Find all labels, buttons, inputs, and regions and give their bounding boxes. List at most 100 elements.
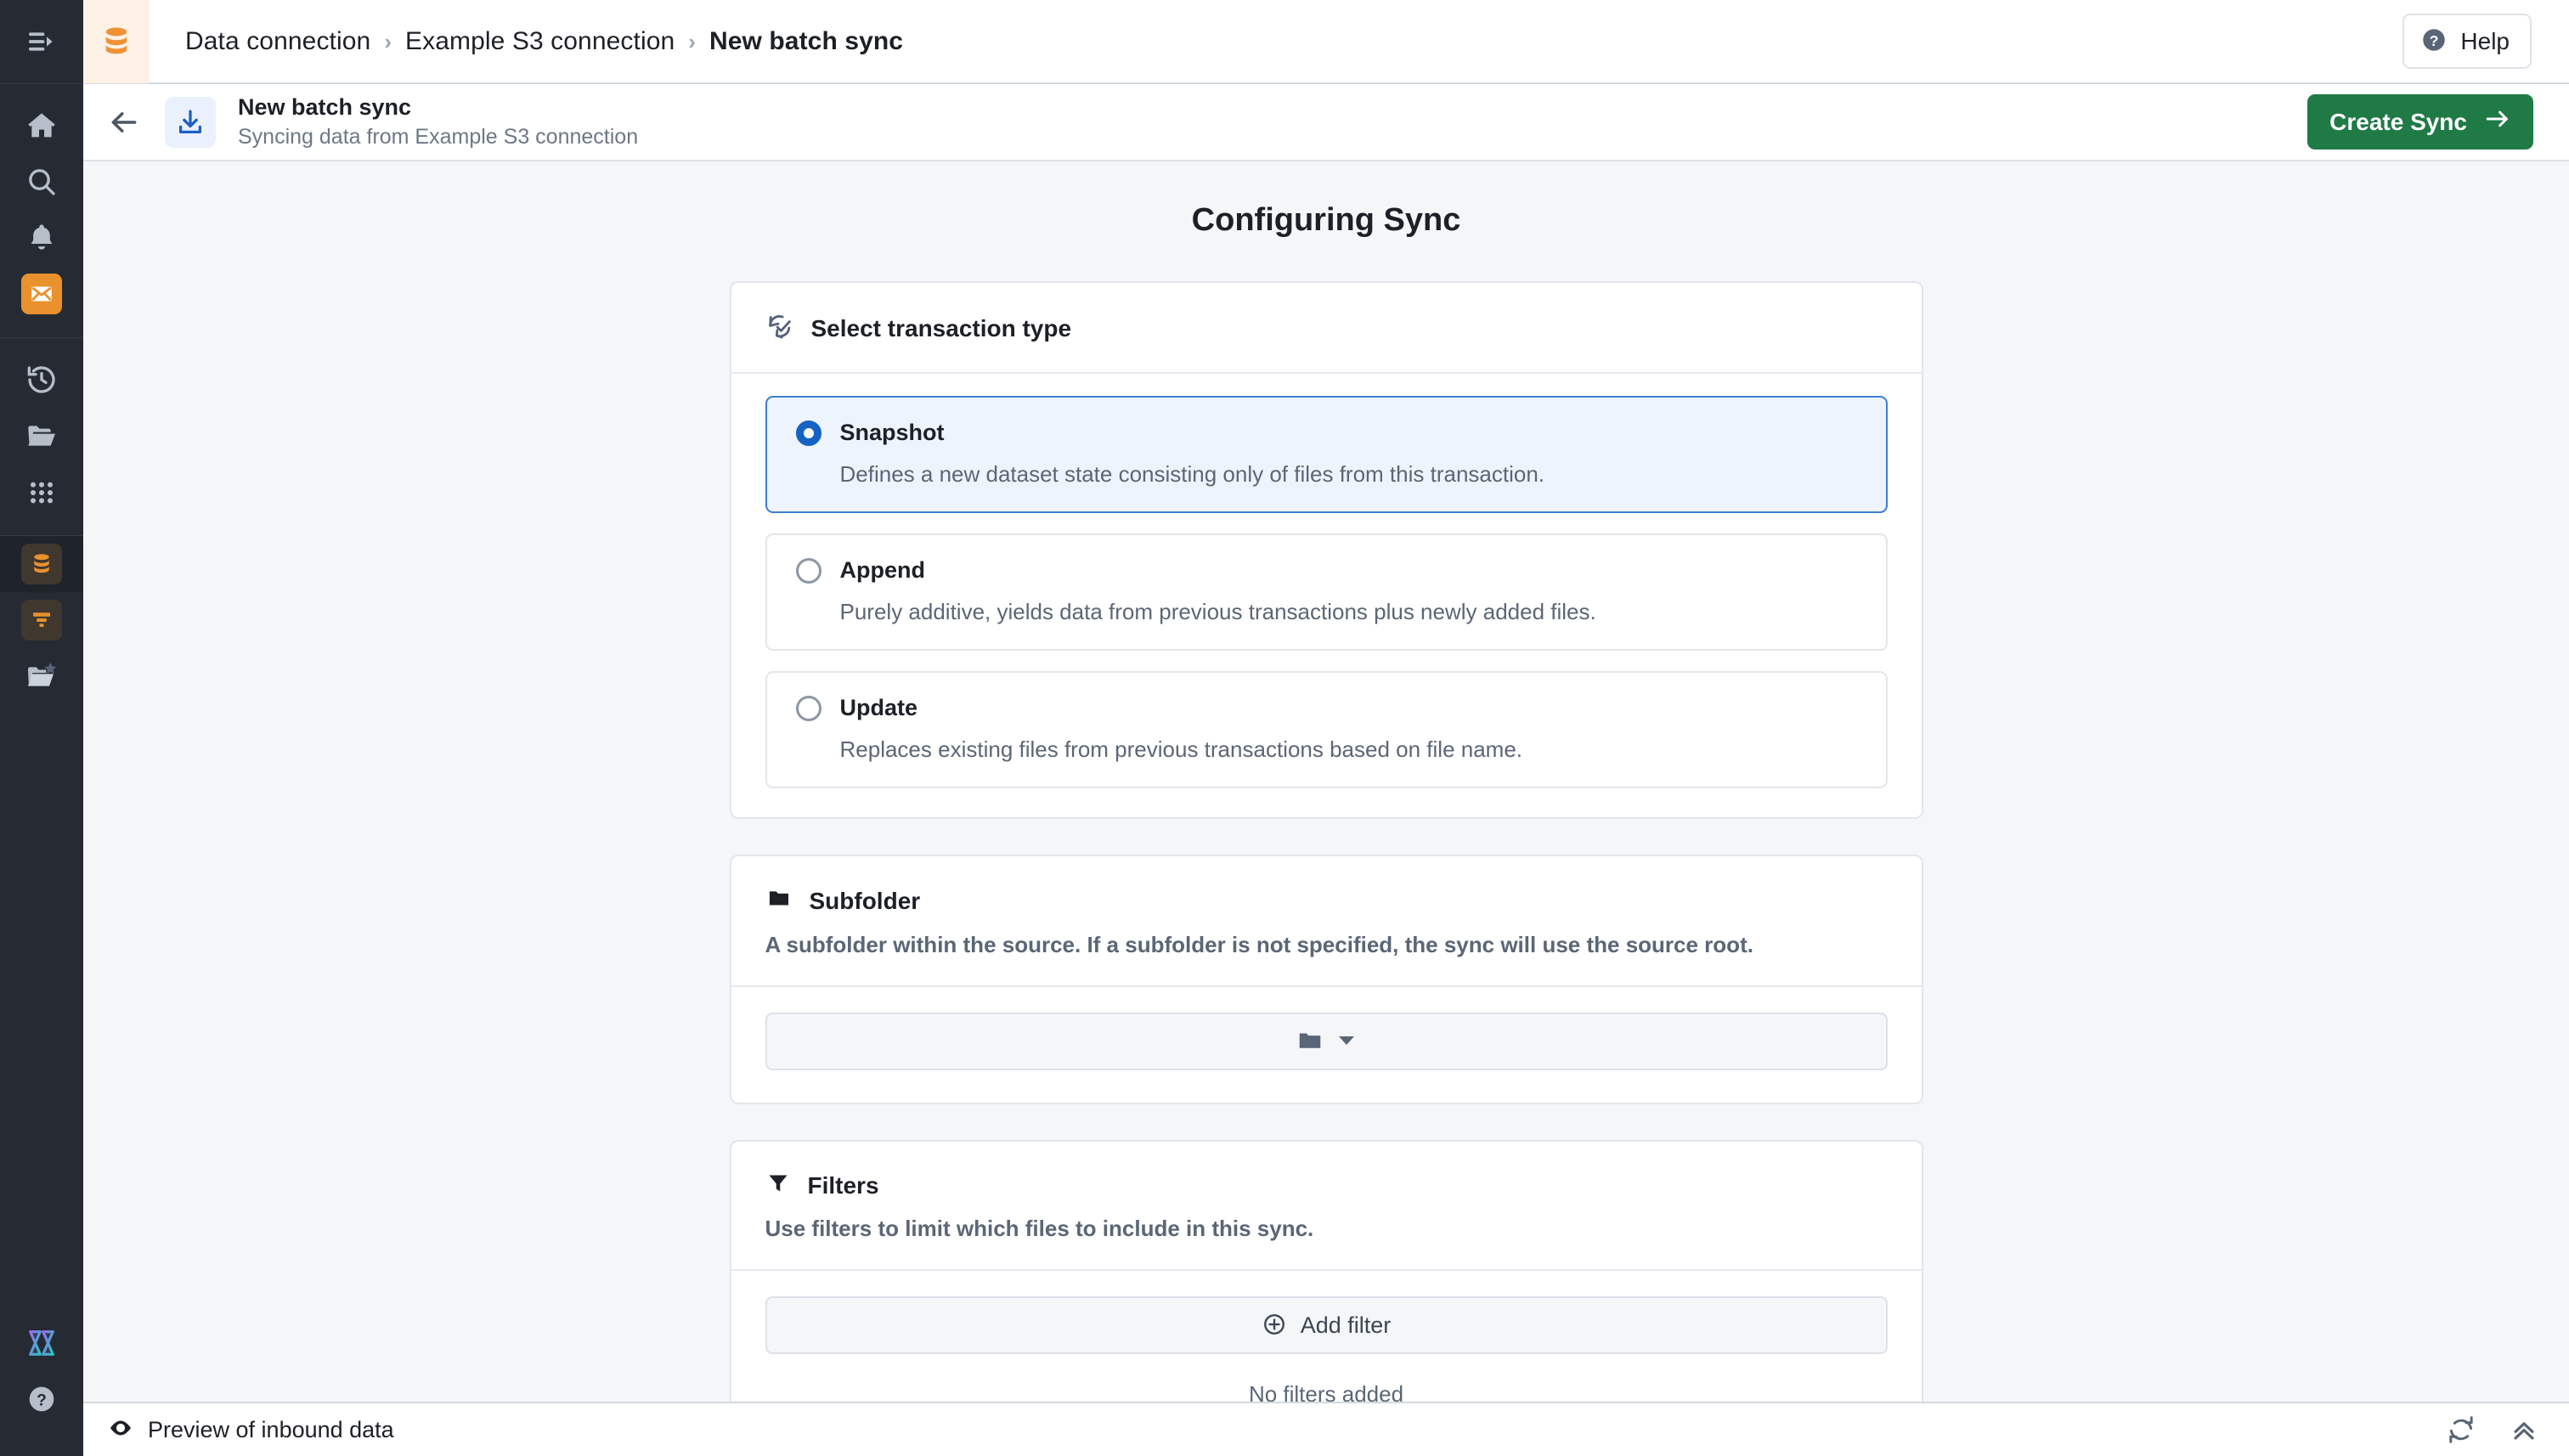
eye-icon: [107, 1414, 134, 1446]
funnel-icon: [21, 600, 62, 641]
folder-icon: [765, 885, 793, 917]
sidebar-item-apps[interactable]: [0, 464, 83, 520]
breadcrumb: Data connection › Example S3 connection …: [150, 27, 903, 56]
funnel-icon: [765, 1171, 791, 1200]
bottom-bar-actions: [2447, 1415, 2538, 1444]
chevron-double-up-icon: [2514, 1422, 2534, 1440]
sync-subtitle: Syncing data from Example S3 connection: [238, 124, 639, 149]
add-filter-label: Add filter: [1300, 1312, 1392, 1338]
database-icon: [21, 544, 62, 584]
sidebar-item-notifications[interactable]: [0, 210, 83, 266]
add-filter-button[interactable]: Add filter: [765, 1296, 1888, 1354]
transaction-option-snapshot-description: Defines a new dataset state consisting o…: [839, 461, 1545, 487]
plus-circle-icon: [1262, 1312, 1287, 1340]
breadcrumb-item-example-s3-connection[interactable]: Example S3 connection: [405, 27, 675, 56]
rail-group-secondary: [0, 338, 83, 520]
radio-snapshot[interactable]: [795, 420, 822, 446]
preview-inbound-data-label: Preview of inbound data: [148, 1416, 394, 1442]
grid-dots-icon: [21, 471, 62, 512]
filters-header: Filters Use filters to limit which files…: [731, 1142, 1922, 1271]
filters-description: Use filters to limit which files to incl…: [765, 1216, 1314, 1241]
sync-check-icon: [765, 312, 794, 345]
database-icon: [105, 27, 127, 54]
breadcrumb-separator: ›: [384, 28, 392, 54]
sync-type-tile: [165, 96, 216, 148]
refresh-icon: [2449, 1416, 2473, 1443]
bottom-bar: Preview of inbound data: [83, 1402, 2569, 1456]
content-area: Configuring Sync Select transaction type…: [83, 161, 2569, 1402]
brand-tile: [83, 0, 150, 83]
folder-open-icon: [21, 415, 62, 456]
transaction-option-snapshot-label: Snapshot: [839, 420, 945, 445]
history-clock-icon: [21, 359, 62, 400]
transaction-option-append[interactable]: Append Purely additive, yields data from…: [765, 533, 1888, 651]
config-cards: Select transaction type Snapshot Defines…: [729, 281, 1923, 1402]
home-icon: [21, 105, 62, 146]
chevron-down-icon: [1337, 1034, 1356, 1050]
subfolder-body: [731, 987, 1922, 1103]
top-bar-actions: ? Help: [2402, 14, 2569, 69]
transaction-type-options: Snapshot Defines a new dataset state con…: [731, 374, 1922, 817]
transaction-option-update[interactable]: Update Replaces existing files from prev…: [765, 671, 1888, 788]
arrow-right-icon: [2484, 108, 2511, 136]
sidebar-item-home[interactable]: [0, 98, 83, 154]
folder-star-icon: [21, 656, 62, 697]
page-title: Configuring Sync: [1191, 202, 1461, 238]
filters-title: Filters: [807, 1171, 879, 1199]
search-icon: [21, 161, 62, 202]
subfolder-header: Subfolder A subfolder within the source.…: [731, 856, 1922, 987]
filters-body: Add filter No filters added: [731, 1271, 1922, 1402]
transaction-type-header: Select transaction type: [731, 283, 1922, 374]
create-sync-button[interactable]: Create Sync: [2307, 94, 2533, 150]
download-icon: [178, 109, 202, 133]
sync-title: New batch sync: [238, 94, 412, 121]
sidebar-item-saved-folders[interactable]: [0, 648, 83, 704]
arrow-left-icon: [111, 111, 137, 133]
breadcrumb-item-new-batch-sync: New batch sync: [709, 26, 904, 55]
help-button[interactable]: ? Help: [2402, 14, 2532, 69]
breadcrumb-separator: ›: [688, 28, 696, 54]
filters-empty-note: No filters added: [1248, 1381, 1404, 1402]
filters-card: Filters Use filters to limit which files…: [729, 1140, 1923, 1402]
breadcrumb-item-data-connection[interactable]: Data connection: [185, 27, 370, 56]
transaction-option-append-label: Append: [839, 557, 926, 583]
subfolder-picker[interactable]: [765, 1013, 1888, 1070]
radio-append[interactable]: [795, 557, 822, 584]
folder-icon: [1296, 1027, 1324, 1057]
svg-text:?: ?: [37, 1392, 47, 1410]
app-root: ? Data connection › Example S3 connectio…: [0, 0, 2569, 1456]
transaction-option-append-description: Purely additive, yields data from previo…: [839, 599, 1596, 624]
rail-group-primary: [0, 84, 83, 322]
transaction-option-update-label: Update: [839, 695, 918, 720]
sidebar-item-messages[interactable]: [0, 266, 83, 322]
sidebar-item-projects[interactable]: [0, 408, 83, 464]
back-button[interactable]: [83, 106, 165, 138]
create-sync-label: Create Sync: [2329, 108, 2467, 135]
radio-update[interactable]: [795, 695, 822, 721]
hourglass-logo-icon: [21, 1323, 62, 1363]
sidebar-item-history[interactable]: [0, 352, 83, 408]
rail-group-footer: ?: [0, 1315, 83, 1427]
question-circle-icon: ?: [21, 1379, 62, 1419]
subfolder-card: Subfolder A subfolder within the source.…: [729, 855, 1923, 1104]
transaction-option-snapshot[interactable]: Snapshot Defines a new dataset state con…: [765, 396, 1888, 513]
refresh-button[interactable]: [2447, 1415, 2476, 1444]
sidebar-item-help[interactable]: ?: [0, 1371, 83, 1427]
svg-text:?: ?: [2430, 32, 2439, 49]
transaction-type-card: Select transaction type Snapshot Defines…: [729, 281, 1923, 819]
preview-inbound-data-button[interactable]: Preview of inbound data: [107, 1414, 394, 1446]
sidebar-item-search[interactable]: [0, 154, 83, 210]
expand-panel-button[interactable]: [2510, 1415, 2538, 1444]
transaction-type-title: Select transaction type: [810, 314, 1072, 341]
bell-icon: [21, 217, 62, 258]
sidebar-item-data-connections[interactable]: [0, 536, 83, 592]
left-sidebar: ?: [0, 0, 83, 1456]
workspace-logo-button[interactable]: [0, 1315, 83, 1371]
rail-group-data: [0, 536, 83, 704]
sidebar-toggle-button[interactable]: [0, 0, 83, 83]
envelope-icon: [21, 274, 62, 314]
sidebar-item-filters[interactable]: [0, 592, 83, 648]
help-button-label: Help: [2460, 27, 2510, 54]
subfolder-description: A subfolder within the source. If a subf…: [765, 932, 1753, 957]
subfolder-title: Subfolder: [809, 887, 921, 914]
